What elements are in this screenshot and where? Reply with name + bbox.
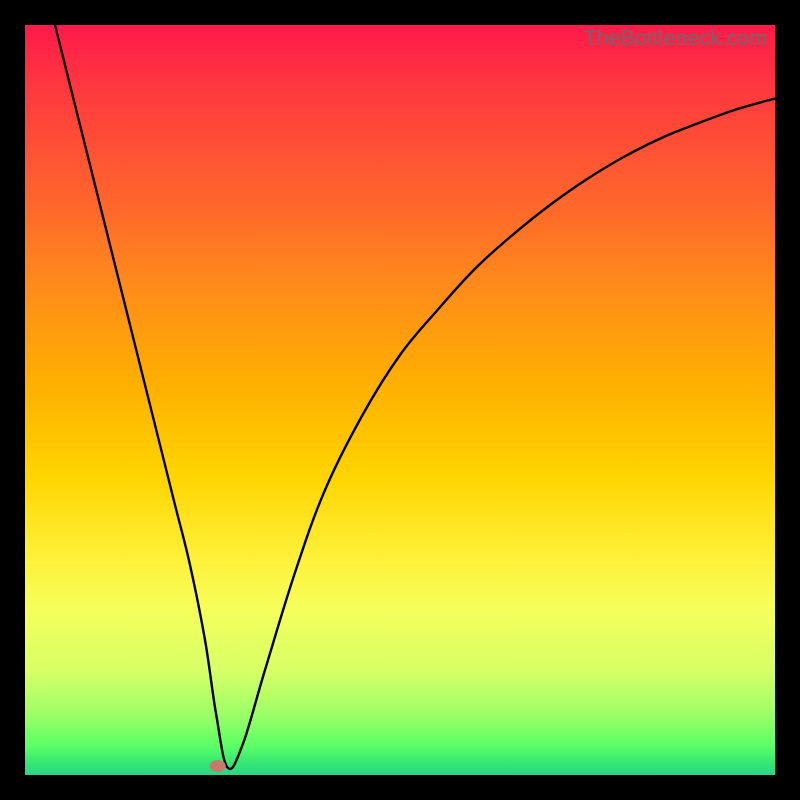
bottleneck-curve	[55, 25, 775, 769]
chart-plot-area: TheBottleneck.com	[25, 25, 775, 775]
minimum-marker	[210, 760, 226, 772]
chart-svg	[25, 25, 775, 775]
